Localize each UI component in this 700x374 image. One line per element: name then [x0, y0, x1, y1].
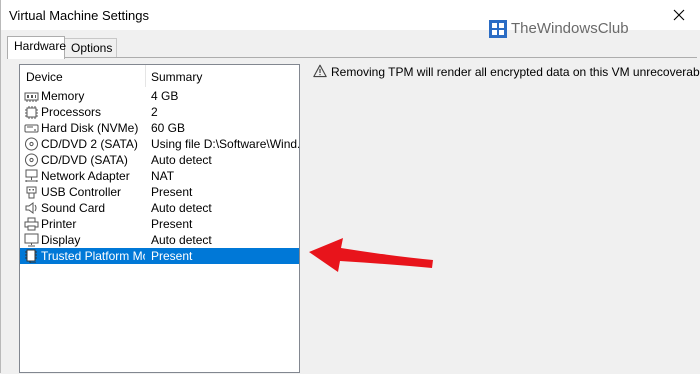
device-row[interactable]: Memory 4 GB	[20, 88, 299, 104]
window-title: Virtual Machine Settings	[9, 8, 149, 23]
device-name: CD/DVD 2 (SATA)	[41, 137, 138, 151]
column-header-summary[interactable]: Summary	[151, 70, 202, 84]
device-name: Hard Disk (NVMe)	[41, 121, 139, 135]
usb-icon	[26, 186, 37, 199]
monitor-icon	[24, 233, 39, 247]
close-icon	[673, 9, 685, 21]
device-row-selected[interactable]: Trusted Platform Mo... Present	[20, 248, 299, 264]
tpm-chip-icon	[25, 249, 37, 263]
device-list-header: Device Summary	[20, 65, 299, 87]
device-name: CD/DVD (SATA)	[41, 153, 128, 167]
device-summary: NAT	[151, 169, 175, 183]
device-name: Network Adapter	[41, 169, 130, 183]
device-summary: Auto detect	[151, 201, 212, 215]
notice-text: Removing TPM will render all encrypted d…	[331, 65, 700, 79]
device-summary: Using file D:\Software\Wind...	[151, 137, 299, 151]
close-button[interactable]	[665, 4, 700, 26]
column-divider[interactable]	[145, 65, 146, 87]
device-summary: 4 GB	[151, 89, 179, 103]
watermark-logo-icon	[489, 20, 507, 38]
tab-options[interactable]: Options	[65, 38, 117, 58]
warning-icon	[313, 64, 327, 78]
device-row[interactable]: Printer Present	[20, 216, 299, 232]
device-name: USB Controller	[41, 185, 122, 199]
hard-disk-icon	[24, 124, 39, 133]
device-summary: Auto detect	[151, 153, 212, 167]
device-summary: Auto detect	[151, 233, 212, 247]
device-name: Processors	[41, 105, 102, 119]
device-row[interactable]: CD/DVD 2 (SATA) Using file D:\Software\Wi…	[20, 136, 299, 152]
arrow-shape	[309, 238, 433, 272]
speaker-icon	[25, 202, 37, 214]
device-name: Printer	[41, 217, 77, 231]
device-name: Display	[41, 233, 81, 247]
device-summary: 2	[151, 105, 158, 119]
processor-icon	[25, 106, 38, 119]
device-row[interactable]: CD/DVD (SATA) Auto detect	[20, 152, 299, 168]
device-name: Memory	[41, 89, 85, 103]
device-row[interactable]: Display Auto detect	[20, 232, 299, 248]
cd-dvd-icon	[25, 153, 38, 167]
watermark-text: TheWindowsClub	[511, 20, 629, 37]
device-name: Trusted Platform Mo...	[41, 249, 145, 263]
tab-hardware[interactable]: Hardware	[7, 36, 66, 59]
cd-dvd-icon	[25, 137, 38, 151]
column-header-device[interactable]: Device	[26, 70, 63, 84]
device-row[interactable]: Sound Card Auto detect	[20, 200, 299, 216]
device-summary: Present	[151, 249, 193, 263]
device-summary: Present	[151, 185, 193, 199]
memory-icon	[24, 92, 39, 102]
device-name: Sound Card	[41, 201, 106, 215]
vm-settings-window: Virtual Machine Settings TheWindowsClub …	[0, 0, 700, 374]
red-arrow-annotation	[309, 238, 433, 272]
device-row[interactable]: USB Controller Present	[20, 184, 299, 200]
device-row[interactable]: Hard Disk (NVMe) 60 GB	[20, 120, 299, 136]
device-row[interactable]: Processors 2	[20, 104, 299, 120]
printer-icon	[24, 217, 39, 231]
device-row[interactable]: Network Adapter NAT	[20, 168, 299, 184]
device-summary: Present	[151, 217, 193, 231]
device-summary: 60 GB	[151, 121, 186, 135]
network-adapter-icon	[25, 169, 38, 182]
device-list[interactable]: Device Summary Memory 4 GB Processors 2 Hard…	[19, 64, 300, 373]
